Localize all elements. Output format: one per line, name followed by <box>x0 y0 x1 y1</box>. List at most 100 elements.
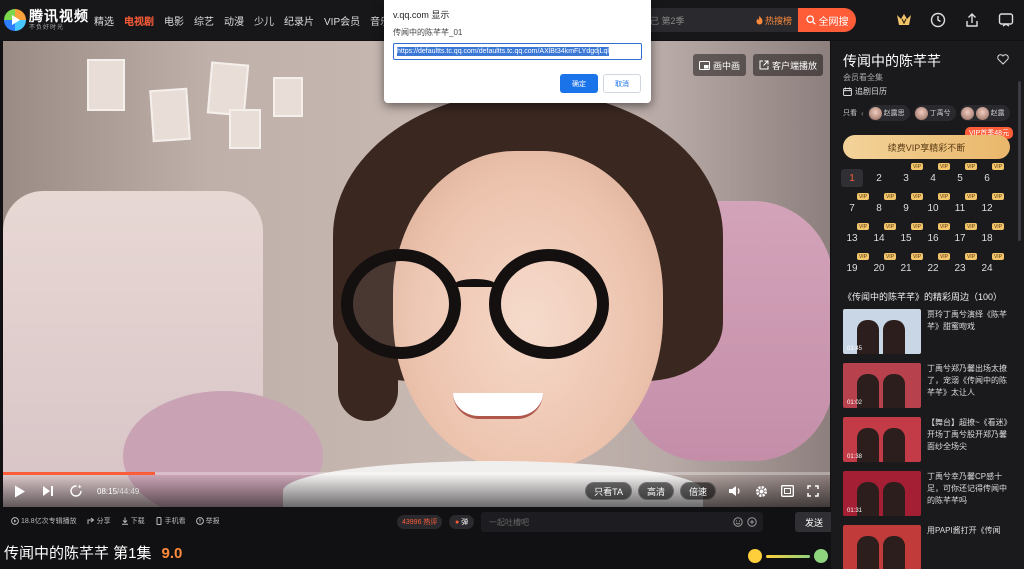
search-placeholder: 己 第2季 <box>650 15 685 26</box>
episode-button[interactable]: 5 VIP <box>949 163 977 187</box>
settings-icon[interactable] <box>754 484 768 498</box>
episode-button[interactable]: 18 VIP <box>976 223 1004 247</box>
episode-number: 14 <box>873 232 885 244</box>
schedule-calendar-link[interactable]: 追剧日历 <box>843 86 887 97</box>
vip-crown-icon[interactable] <box>896 12 912 28</box>
nav-item[interactable]: 电视剧 <box>124 13 154 28</box>
dialog-url-field[interactable]: https://defaultts.tc.qq.com/defaultts.tc… <box>393 43 642 60</box>
episode-button[interactable]: 3 VIP <box>895 163 923 187</box>
episode-button[interactable]: 17 VIP <box>949 223 977 247</box>
danmu-send-button[interactable]: 发送 <box>795 512 833 532</box>
time-current: 08:15 <box>97 486 118 496</box>
nav-item[interactable]: 动漫 <box>224 13 244 28</box>
dialog-message: 传闻中的陈芊芊_01 <box>393 28 463 37</box>
dialog-cancel-button[interactable]: 取消 <box>603 74 641 93</box>
clip-item[interactable]: 01:45 贾玲丁禹兮演绎《陈芊芊》甜蜜吻戏 <box>843 309 1013 355</box>
episode-number: 24 <box>981 262 993 274</box>
episode-button[interactable]: 12 VIP <box>976 193 1004 217</box>
episode-button[interactable]: 2 <box>868 169 890 187</box>
only-ta-button[interactable]: 只看TA <box>585 482 632 500</box>
episode-button[interactable]: 7 VIP <box>841 193 869 217</box>
nav-item[interactable]: 少儿 <box>254 13 274 28</box>
message-icon[interactable] <box>998 12 1014 28</box>
nav-item[interactable]: VIP会员 <box>324 13 360 28</box>
tencent-video-logo[interactable]: 腾讯视频 不负好时光 <box>4 9 94 31</box>
episode-number: 18 <box>981 232 993 244</box>
sad-emoji-icon <box>814 549 828 563</box>
episode-button[interactable]: 10 VIP <box>922 193 950 217</box>
episode-number: 10 <box>927 202 939 214</box>
chevron-left-icon[interactable]: ‹ <box>861 109 864 118</box>
episode-button[interactable]: 1 <box>841 169 863 187</box>
episode-button[interactable]: 6 VIP <box>976 163 1004 187</box>
episode-button[interactable]: 23 VIP <box>949 253 977 277</box>
danmu-style-icon[interactable] <box>747 517 757 527</box>
loop-icon[interactable] <box>69 484 83 498</box>
volume-icon[interactable] <box>728 484 742 498</box>
fullscreen-icon[interactable] <box>806 484 820 498</box>
nav-item[interactable]: 综艺 <box>194 13 214 28</box>
nav-item[interactable]: 纪录片 <box>284 13 314 28</box>
rating-slider[interactable] <box>748 548 830 564</box>
download-button[interactable]: 下载 <box>121 516 145 526</box>
pip-button[interactable]: 画中画 <box>693 54 747 76</box>
mobile-button[interactable]: 手机看 <box>155 516 186 526</box>
rating-track[interactable] <box>766 554 810 558</box>
search-input[interactable]: 己 第2季 热搜榜 <box>640 8 798 32</box>
share-button[interactable]: 分享 <box>87 516 111 526</box>
episode-button[interactable]: 11 VIP <box>949 193 977 217</box>
clip-item[interactable]: 01:38 【舞台】超撩~《看迷》开场丁禹兮股开郑乃馨面纱全场尖 <box>843 417 1013 463</box>
vip-badge: VIP <box>911 163 923 170</box>
vip-badge: VIP <box>884 193 896 200</box>
webfullscreen-icon[interactable] <box>780 484 794 498</box>
episode-button[interactable]: 20 VIP <box>868 253 896 277</box>
clip-item[interactable]: 用PAPI酱打开《传闻 <box>843 525 1013 569</box>
channel-nav: 精选 电视剧 电影 综艺 动漫 少儿 纪录片 VIP会员 音乐 <box>94 0 400 40</box>
emoji-icon[interactable] <box>733 517 743 527</box>
danmu-count-badge[interactable]: 43996 热评 <box>397 515 443 529</box>
episode-button[interactable]: 22 VIP <box>922 253 950 277</box>
actor-chip[interactable]: 丁禹兮 <box>913 105 956 121</box>
hot-search-link[interactable]: 热搜榜 <box>756 14 792 27</box>
speed-button[interactable]: 倍速 <box>679 482 716 500</box>
vip-badge: VIP <box>992 163 1004 170</box>
quality-button[interactable]: 高清 <box>637 482 674 500</box>
danmu-input[interactable]: 一起吐槽吧 <box>481 512 763 532</box>
episode-button[interactable]: 24 VIP <box>976 253 1004 277</box>
next-episode-icon[interactable] <box>41 484 55 498</box>
episode-button[interactable]: 19 VIP <box>841 253 869 277</box>
clip-thumbnail: 01:45 <box>843 309 921 354</box>
episode-sidebar: 传闻中的陈芊芊 会员看全集 追剧日历 只看 ‹ 赵露思 丁禹兮 赵露 VIP首季… <box>831 41 1024 569</box>
episode-button[interactable]: 4 VIP <box>922 163 950 187</box>
episode-button[interactable]: 15 VIP <box>895 223 923 247</box>
actor-chip[interactable]: 赵露思 <box>867 105 910 121</box>
clip-item[interactable]: 01:02 丁禹兮郑乃馨出场太撩了，宠溺《传闻中的陈芊芊》太让人 <box>843 363 1013 409</box>
subscribe-heart-icon[interactable] <box>997 54 1009 65</box>
actor-chip[interactable]: 赵露 <box>959 105 1010 121</box>
episode-button[interactable]: 16 VIP <box>922 223 950 247</box>
clip-item[interactable]: 01:31 丁禹兮幸乃馨CP感十足，可你还记得传闻中的陈芊芊吗 <box>843 471 1013 517</box>
sidebar-scrollbar[interactable] <box>1018 81 1021 241</box>
clip-duration: 01:31 <box>847 508 863 514</box>
episode-button[interactable]: 9 VIP <box>895 193 923 217</box>
play-count-icon <box>11 517 19 525</box>
episode-button[interactable]: 13 VIP <box>841 223 869 247</box>
client-play-button[interactable]: 客户端播放 <box>753 54 824 76</box>
dialog-ok-button[interactable]: 确定 <box>560 74 598 93</box>
upload-icon[interactable] <box>964 12 980 28</box>
report-button[interactable]: 举报 <box>195 516 220 526</box>
vip-badge: VIP <box>938 253 950 260</box>
episode-button[interactable]: 14 VIP <box>868 223 896 247</box>
episode-number: 11 <box>954 202 966 214</box>
history-icon[interactable] <box>930 12 946 28</box>
video-player[interactable]: 画中画 客户端播放 08:15/44:49 只看TA 高清 倍速 <box>3 41 830 507</box>
renew-vip-button[interactable]: 续费VIP享精彩不断 <box>843 135 1010 159</box>
danmu-toggle[interactable]: ● 弹 <box>449 515 475 529</box>
episode-button[interactable]: 8 VIP <box>868 193 896 217</box>
vip-badge: VIP <box>992 223 1004 230</box>
episode-button[interactable]: 21 VIP <box>895 253 923 277</box>
search-button[interactable]: 全网搜 <box>798 8 856 32</box>
play-icon[interactable] <box>13 484 27 498</box>
nav-item[interactable]: 电影 <box>164 13 184 28</box>
nav-item[interactable]: 精选 <box>94 13 114 28</box>
